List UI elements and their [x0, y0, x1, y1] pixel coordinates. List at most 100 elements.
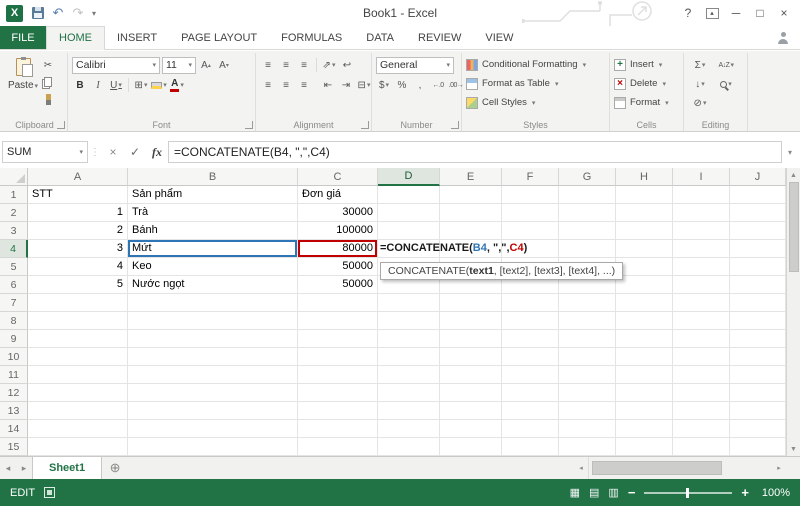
cell-A13[interactable]	[28, 402, 128, 420]
horizontal-scroll-thumb[interactable]	[592, 461, 722, 475]
cell-E11[interactable]	[440, 366, 502, 384]
cell-C9[interactable]	[298, 330, 378, 348]
font-color-button[interactable]: A▾	[169, 77, 185, 93]
cell-D7[interactable]	[378, 294, 440, 312]
row-header-5[interactable]: 5	[0, 258, 28, 276]
cell-B13[interactable]	[128, 402, 298, 420]
cell-J1[interactable]	[730, 186, 786, 204]
column-header-F[interactable]: F	[502, 168, 559, 186]
column-header-H[interactable]: H	[616, 168, 673, 186]
enter-button[interactable]: ✓	[124, 141, 146, 163]
cell-B2[interactable]: Trà	[128, 204, 298, 222]
cell-F3[interactable]	[502, 222, 559, 240]
cell-J8[interactable]	[730, 312, 786, 330]
cell-I10[interactable]	[673, 348, 730, 366]
delete-cells-button[interactable]: × Delete ▾	[614, 74, 679, 93]
macro-record-button[interactable]	[44, 487, 55, 498]
cell-C7[interactable]	[298, 294, 378, 312]
cell-B3[interactable]: Bánh	[128, 222, 298, 240]
tab-data[interactable]: DATA	[354, 26, 406, 49]
cell-A7[interactable]	[28, 294, 128, 312]
align-top-button[interactable]: ≡	[260, 57, 276, 73]
align-bottom-button[interactable]: ≡	[296, 57, 312, 73]
page-break-view-button[interactable]: ▥	[608, 486, 618, 499]
row-header-3[interactable]: 3	[0, 222, 28, 240]
cell-F2[interactable]	[502, 204, 559, 222]
cell-H11[interactable]	[616, 366, 673, 384]
scroll-down-button[interactable]: ▼	[787, 442, 800, 456]
comma-style-button[interactable]: ,	[412, 77, 428, 93]
row-header-12[interactable]: 12	[0, 384, 28, 402]
row-header-9[interactable]: 9	[0, 330, 28, 348]
new-sheet-button[interactable]: ⊕	[102, 457, 128, 479]
cell-B12[interactable]	[128, 384, 298, 402]
zoom-in-button[interactable]: +	[741, 485, 749, 500]
align-left-button[interactable]: ≡	[260, 77, 276, 93]
page-layout-view-button[interactable]: ▤	[589, 486, 599, 499]
cell-B5[interactable]: Keo	[128, 258, 298, 276]
cell-I5[interactable]	[673, 258, 730, 276]
cell-F8[interactable]	[502, 312, 559, 330]
column-header-B[interactable]: B	[128, 168, 298, 186]
cell-E15[interactable]	[440, 438, 502, 456]
clear-button[interactable]: ⊘▾	[688, 95, 712, 111]
cell-E14[interactable]	[440, 420, 502, 438]
cell-A5[interactable]: 4	[28, 258, 128, 276]
cell-G4[interactable]	[559, 240, 616, 258]
zoom-slider-thumb[interactable]	[686, 488, 689, 498]
cell-A10[interactable]	[28, 348, 128, 366]
cell-I6[interactable]	[673, 276, 730, 294]
cell-J14[interactable]	[730, 420, 786, 438]
cell-J12[interactable]	[730, 384, 786, 402]
tab-page-layout[interactable]: PAGE LAYOUT	[169, 26, 269, 49]
zoom-out-button[interactable]: −	[628, 485, 636, 500]
row-header-10[interactable]: 10	[0, 348, 28, 366]
cell-C12[interactable]	[298, 384, 378, 402]
row-header-14[interactable]: 14	[0, 420, 28, 438]
cell-E2[interactable]	[440, 204, 502, 222]
bold-button[interactable]: B	[72, 77, 88, 93]
cell-B1[interactable]: Sản phẩm	[128, 186, 298, 204]
cell-A8[interactable]	[28, 312, 128, 330]
next-sheet-button[interactable]: ▸	[16, 457, 32, 479]
cell-I14[interactable]	[673, 420, 730, 438]
insert-function-button[interactable]: fx	[146, 141, 168, 163]
cell-B7[interactable]	[128, 294, 298, 312]
cell-H4[interactable]	[616, 240, 673, 258]
conditional-formatting-button[interactable]: Conditional Formatting ▾	[466, 55, 605, 74]
column-header-D[interactable]: D	[378, 168, 440, 186]
cell-G8[interactable]	[559, 312, 616, 330]
autosum-button[interactable]: Σ▾	[688, 57, 712, 73]
cell-I3[interactable]	[673, 222, 730, 240]
horizontal-scroll-track[interactable]	[588, 457, 772, 479]
cell-H15[interactable]	[616, 438, 673, 456]
cell-F9[interactable]	[502, 330, 559, 348]
cell-E8[interactable]	[440, 312, 502, 330]
cell-B9[interactable]	[128, 330, 298, 348]
formula-bar-expand-button[interactable]: ▾	[782, 148, 798, 157]
cell-C4[interactable]: 80000	[298, 240, 378, 258]
cell-F13[interactable]	[502, 402, 559, 420]
cut-button[interactable]: ✂	[40, 57, 56, 73]
cell-D12[interactable]	[378, 384, 440, 402]
row-header-6[interactable]: 6	[0, 276, 28, 294]
cell-H8[interactable]	[616, 312, 673, 330]
vertical-scrollbar[interactable]: ▲ ▼	[786, 168, 800, 456]
sort-filter-button[interactable]: A↓Z▾	[714, 57, 738, 73]
format-as-table-button[interactable]: Format as Table ▾	[466, 74, 605, 93]
row-header-11[interactable]: 11	[0, 366, 28, 384]
borders-button[interactable]: ⊞▾	[133, 77, 149, 93]
cell-F12[interactable]	[502, 384, 559, 402]
cell-C3[interactable]: 100000	[298, 222, 378, 240]
tab-file[interactable]: FILE	[0, 26, 46, 49]
quick-access-customize-button[interactable]: ▾	[88, 3, 100, 23]
row-header-7[interactable]: 7	[0, 294, 28, 312]
cell-I1[interactable]	[673, 186, 730, 204]
cell-A1[interactable]: STT	[28, 186, 128, 204]
cell-G3[interactable]	[559, 222, 616, 240]
merge-center-button[interactable]: ⊟▾	[356, 77, 372, 93]
cell-A11[interactable]	[28, 366, 128, 384]
cell-J2[interactable]	[730, 204, 786, 222]
column-header-G[interactable]: G	[559, 168, 616, 186]
sheet-tab-sheet1[interactable]: Sheet1	[32, 457, 102, 479]
